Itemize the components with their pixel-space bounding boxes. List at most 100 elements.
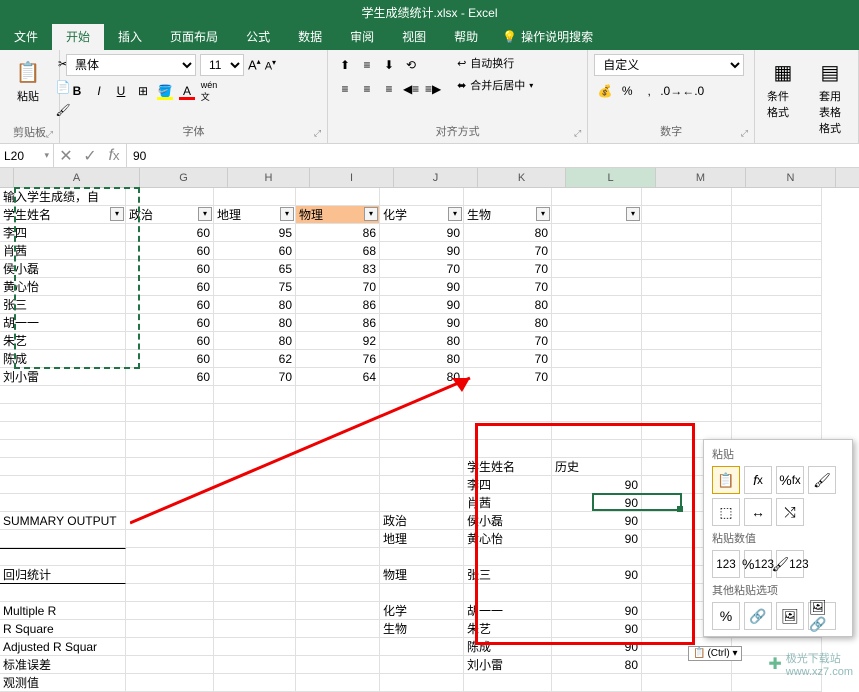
cell[interactable]	[464, 188, 552, 206]
cell[interactable]: 学生姓名	[464, 458, 552, 476]
decrease-indent-button[interactable]: ◀≡	[400, 78, 422, 100]
font-name-select[interactable]: 黑体	[66, 54, 196, 76]
cell[interactable]	[552, 548, 642, 566]
cell[interactable]	[464, 674, 552, 692]
cell[interactable]	[214, 188, 296, 206]
cell[interactable]	[464, 440, 552, 458]
tab-view[interactable]: 视图	[388, 23, 440, 50]
cell[interactable]	[214, 440, 296, 458]
cell[interactable]	[464, 422, 552, 440]
cell[interactable]	[0, 440, 126, 458]
cell[interactable]	[642, 224, 732, 242]
cell[interactable]	[296, 494, 380, 512]
paste-linked-picture-button[interactable]: 🖼🔗	[808, 602, 836, 630]
tab-data[interactable]: 数据	[284, 23, 336, 50]
cell[interactable]: 化学	[380, 602, 464, 620]
increase-decimal-button[interactable]: .0→	[660, 80, 682, 102]
cell[interactable]: 侯小磊	[0, 260, 126, 278]
cell[interactable]	[214, 638, 296, 656]
cell[interactable]	[296, 476, 380, 494]
cell[interactable]: 90	[380, 224, 464, 242]
cell[interactable]	[552, 278, 642, 296]
cell[interactable]	[732, 242, 822, 260]
italic-button[interactable]: I	[88, 80, 110, 102]
cell[interactable]: 地理▾	[214, 206, 296, 224]
cell[interactable]	[0, 458, 126, 476]
col-header[interactable]: N	[746, 168, 836, 187]
cell[interactable]: 70	[464, 278, 552, 296]
increase-indent-button[interactable]: ≡▶	[422, 78, 444, 100]
cell[interactable]: 80	[552, 656, 642, 674]
increase-font-button[interactable]: A▴	[248, 57, 261, 72]
paste-button[interactable]: 📋 粘贴	[6, 54, 50, 106]
cell[interactable]	[642, 386, 732, 404]
cell[interactable]: 60	[126, 350, 214, 368]
cell[interactable]	[732, 314, 822, 332]
font-launcher[interactable]: ⤢	[314, 128, 321, 139]
cell[interactable]	[380, 476, 464, 494]
cell[interactable]	[214, 404, 296, 422]
filter-button[interactable]: ▾	[536, 207, 550, 221]
cell[interactable]: 80	[380, 332, 464, 350]
decrease-font-button[interactable]: A▾	[265, 58, 276, 73]
cell[interactable]: 90	[552, 494, 642, 512]
cell[interactable]	[732, 422, 822, 440]
cell[interactable]	[214, 476, 296, 494]
paste-column-widths-button[interactable]: ↔	[744, 498, 772, 526]
cell[interactable]: 肖茜	[464, 494, 552, 512]
cell[interactable]	[732, 332, 822, 350]
cell[interactable]: 90	[552, 512, 642, 530]
cell[interactable]: 80	[380, 350, 464, 368]
cell[interactable]	[296, 638, 380, 656]
cell[interactable]	[552, 404, 642, 422]
cell[interactable]: 90	[552, 530, 642, 548]
cell[interactable]	[380, 386, 464, 404]
cell[interactable]	[126, 530, 214, 548]
cell[interactable]	[642, 350, 732, 368]
fill-color-button[interactable]: 🪣	[154, 80, 176, 102]
filter-button[interactable]: ▾	[364, 207, 378, 221]
cell[interactable]: 70	[464, 350, 552, 368]
number-format-select[interactable]: 自定义	[594, 54, 744, 76]
cancel-formula-button[interactable]: ✕	[54, 145, 78, 167]
percent-format-button[interactable]: %	[616, 80, 638, 102]
cell[interactable]	[642, 206, 732, 224]
spreadsheet-grid[interactable]: A G H I J K L M N 输入学生成绩，自学生姓名▾政治▾地理▾物理▾…	[0, 168, 859, 692]
cell[interactable]	[214, 494, 296, 512]
paste-no-borders-button[interactable]: ⬚	[712, 498, 740, 526]
cell[interactable]	[126, 620, 214, 638]
name-box[interactable]: L20 ▾	[0, 144, 54, 167]
cell[interactable]	[380, 404, 464, 422]
tab-review[interactable]: 审阅	[336, 23, 388, 50]
cell[interactable]: 70	[464, 368, 552, 386]
col-header[interactable]: J	[394, 168, 478, 187]
cell[interactable]	[296, 422, 380, 440]
orientation-button[interactable]: ⟲	[400, 54, 422, 76]
cell[interactable]	[552, 188, 642, 206]
cell[interactable]	[552, 296, 642, 314]
cell[interactable]	[296, 404, 380, 422]
paste-values-number-button[interactable]: %123	[744, 550, 772, 578]
cell[interactable]: 70	[464, 332, 552, 350]
cell[interactable]: 86	[296, 314, 380, 332]
cell[interactable]	[214, 602, 296, 620]
cell[interactable]	[296, 584, 380, 602]
cell[interactable]: 陈成	[0, 350, 126, 368]
filter-button[interactable]: ▾	[280, 207, 294, 221]
paste-values-source-button[interactable]: 🖌123	[776, 550, 804, 578]
cell[interactable]: 70	[380, 260, 464, 278]
comma-format-button[interactable]: ,	[638, 80, 660, 102]
cell[interactable]	[126, 476, 214, 494]
cell[interactable]: SUMMARY OUTPUT	[0, 512, 126, 530]
cell[interactable]: 胡一一	[464, 602, 552, 620]
cell[interactable]	[380, 584, 464, 602]
cell[interactable]	[732, 188, 822, 206]
col-header[interactable]: L	[566, 168, 656, 187]
col-header[interactable]: G	[140, 168, 228, 187]
filter-button[interactable]: ▾	[448, 207, 462, 221]
cell[interactable]	[380, 674, 464, 692]
cell[interactable]	[380, 548, 464, 566]
cell[interactable]: 生物	[380, 620, 464, 638]
cell[interactable]	[126, 494, 214, 512]
paste-keep-source-button[interactable]: 🖌	[808, 466, 836, 494]
